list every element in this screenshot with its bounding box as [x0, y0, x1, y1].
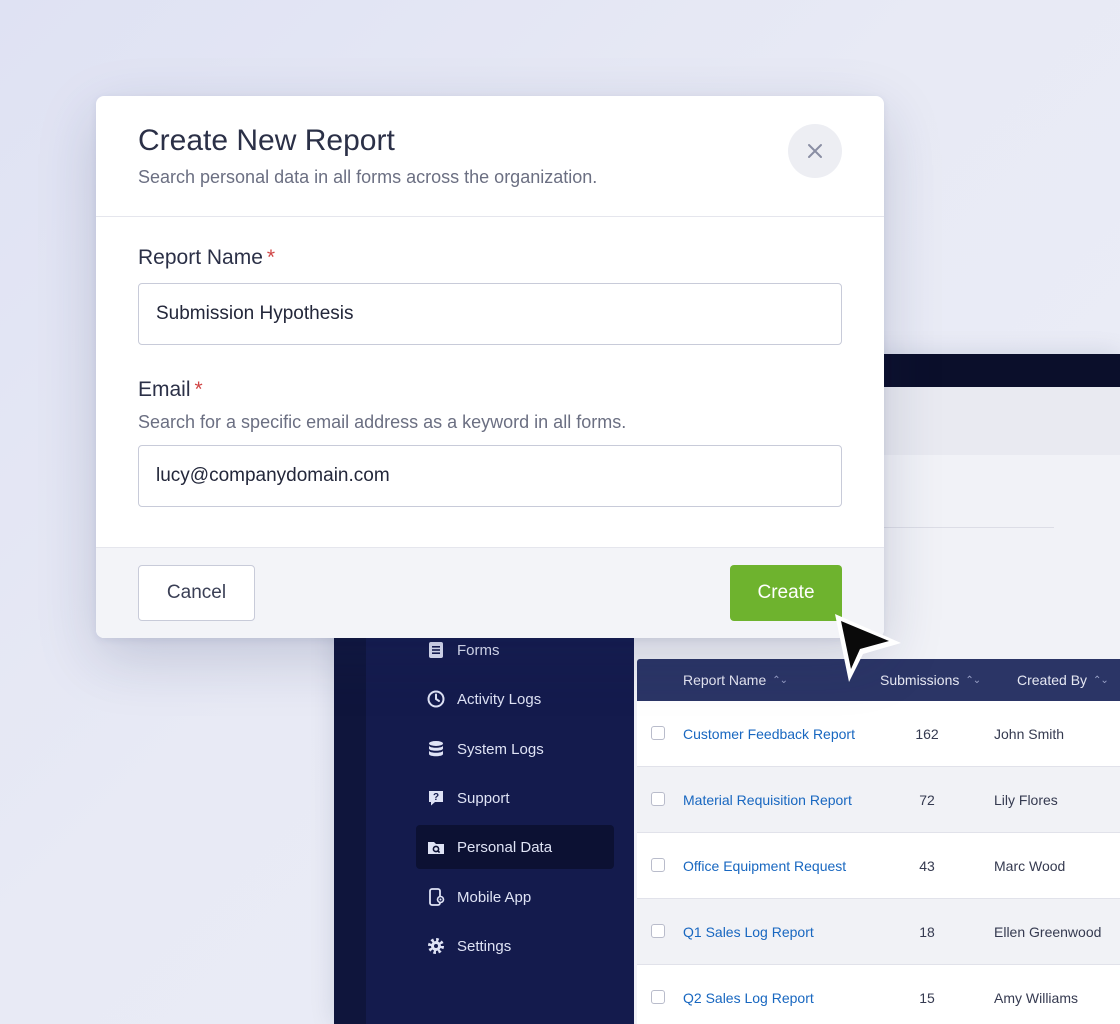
email-label: Email *: [138, 378, 203, 401]
report-name-input[interactable]: [138, 283, 842, 345]
table-row: Q2 Sales Log Report 15 Amy Williams: [637, 965, 1120, 1024]
created-by: Ellen Greenwood: [994, 923, 1102, 940]
column-header-report-name[interactable]: Report Name ⌃⌄: [683, 659, 788, 701]
sidebar-item-personal-data[interactable]: Personal Data: [416, 825, 614, 869]
sidebar-item-settings[interactable]: Settings: [416, 924, 614, 968]
dialog-footer: Cancel Create: [96, 547, 884, 638]
submissions-count: 15: [919, 989, 935, 1006]
folder-search-icon: [424, 835, 448, 859]
gear-icon: [424, 934, 448, 958]
submissions-count: 162: [915, 725, 939, 742]
sort-icon: ⌃⌄: [965, 674, 981, 686]
table-row: Customer Feedback Report 162 John Smith: [637, 701, 1120, 767]
submissions-count: 18: [919, 923, 935, 940]
mouse-pointer-icon: [835, 614, 901, 682]
report-name-link[interactable]: Customer Feedback Report: [683, 701, 855, 766]
created-by: Amy Williams: [994, 989, 1078, 1006]
svg-text:?: ?: [433, 792, 439, 803]
row-checkbox[interactable]: [651, 792, 665, 806]
sidebar-item-label: Personal Data: [457, 838, 553, 856]
sidebar-item-mobile-app[interactable]: Mobile App: [416, 875, 614, 919]
created-by: Marc Wood: [994, 857, 1066, 874]
report-name-link[interactable]: Q2 Sales Log Report: [683, 965, 814, 1024]
sidebar-item-label: Mobile App: [457, 888, 532, 906]
submissions-count: 43: [919, 857, 935, 874]
table-row: Q1 Sales Log Report 18 Ellen Greenwood: [637, 899, 1120, 965]
row-checkbox[interactable]: [651, 990, 665, 1004]
report-name-label: Report Name *: [138, 246, 276, 269]
sidebar-item-label: System Logs: [457, 740, 544, 758]
report-name-link[interactable]: Office Equipment Request: [683, 833, 846, 898]
sidebar-item-system-logs[interactable]: System Logs: [416, 727, 614, 771]
row-checkbox[interactable]: [651, 924, 665, 938]
sort-icon: ⌃⌄: [1093, 674, 1109, 686]
sidebar-item-label: Settings: [457, 937, 512, 955]
required-marker: *: [266, 246, 276, 269]
create-button[interactable]: Create: [730, 565, 842, 621]
row-checkbox[interactable]: [651, 726, 665, 740]
close-icon: [808, 144, 822, 158]
column-header-created-by[interactable]: Created By ⌃⌄: [1017, 659, 1109, 701]
database-icon: [424, 737, 448, 761]
create-report-dialog: Create New Report Search personal data i…: [96, 96, 884, 638]
clock-icon: [424, 687, 448, 711]
table-row: Office Equipment Request 43 Marc Wood: [637, 833, 1120, 899]
required-marker: *: [194, 378, 203, 401]
dialog-title: Create New Report: [138, 124, 395, 157]
form-icon: [424, 638, 448, 662]
report-name-link[interactable]: Q1 Sales Log Report: [683, 899, 814, 964]
close-button[interactable]: [788, 124, 842, 178]
created-by: John Smith: [994, 725, 1065, 742]
footer-divider: [96, 547, 884, 548]
cancel-button[interactable]: Cancel: [138, 565, 255, 621]
sort-icon: ⌃⌄: [772, 674, 788, 686]
row-checkbox[interactable]: [651, 858, 665, 872]
sidebar-item-label: Activity Logs: [457, 690, 542, 708]
dialog-subtitle: Search personal data in all forms across…: [138, 167, 598, 187]
created-by: Lily Flores: [994, 791, 1058, 808]
email-input[interactable]: [138, 445, 842, 507]
sidebar-item-label: Forms: [457, 641, 500, 659]
report-name-link[interactable]: Material Requisition Report: [683, 767, 852, 832]
mobile-icon: [424, 885, 448, 909]
table-row: Material Requisition Report 72 Lily Flor…: [637, 767, 1120, 833]
sidebar-item-label: Support: [457, 789, 510, 807]
email-helper-text: Search for a specific email address as a…: [138, 412, 627, 432]
sidebar-item-activity-logs[interactable]: Activity Logs: [416, 677, 614, 721]
header-divider: [96, 216, 884, 217]
submissions-count: 72: [919, 791, 935, 808]
help-icon: ?: [424, 786, 448, 810]
sidebar-item-support[interactable]: ? Support: [416, 776, 614, 820]
